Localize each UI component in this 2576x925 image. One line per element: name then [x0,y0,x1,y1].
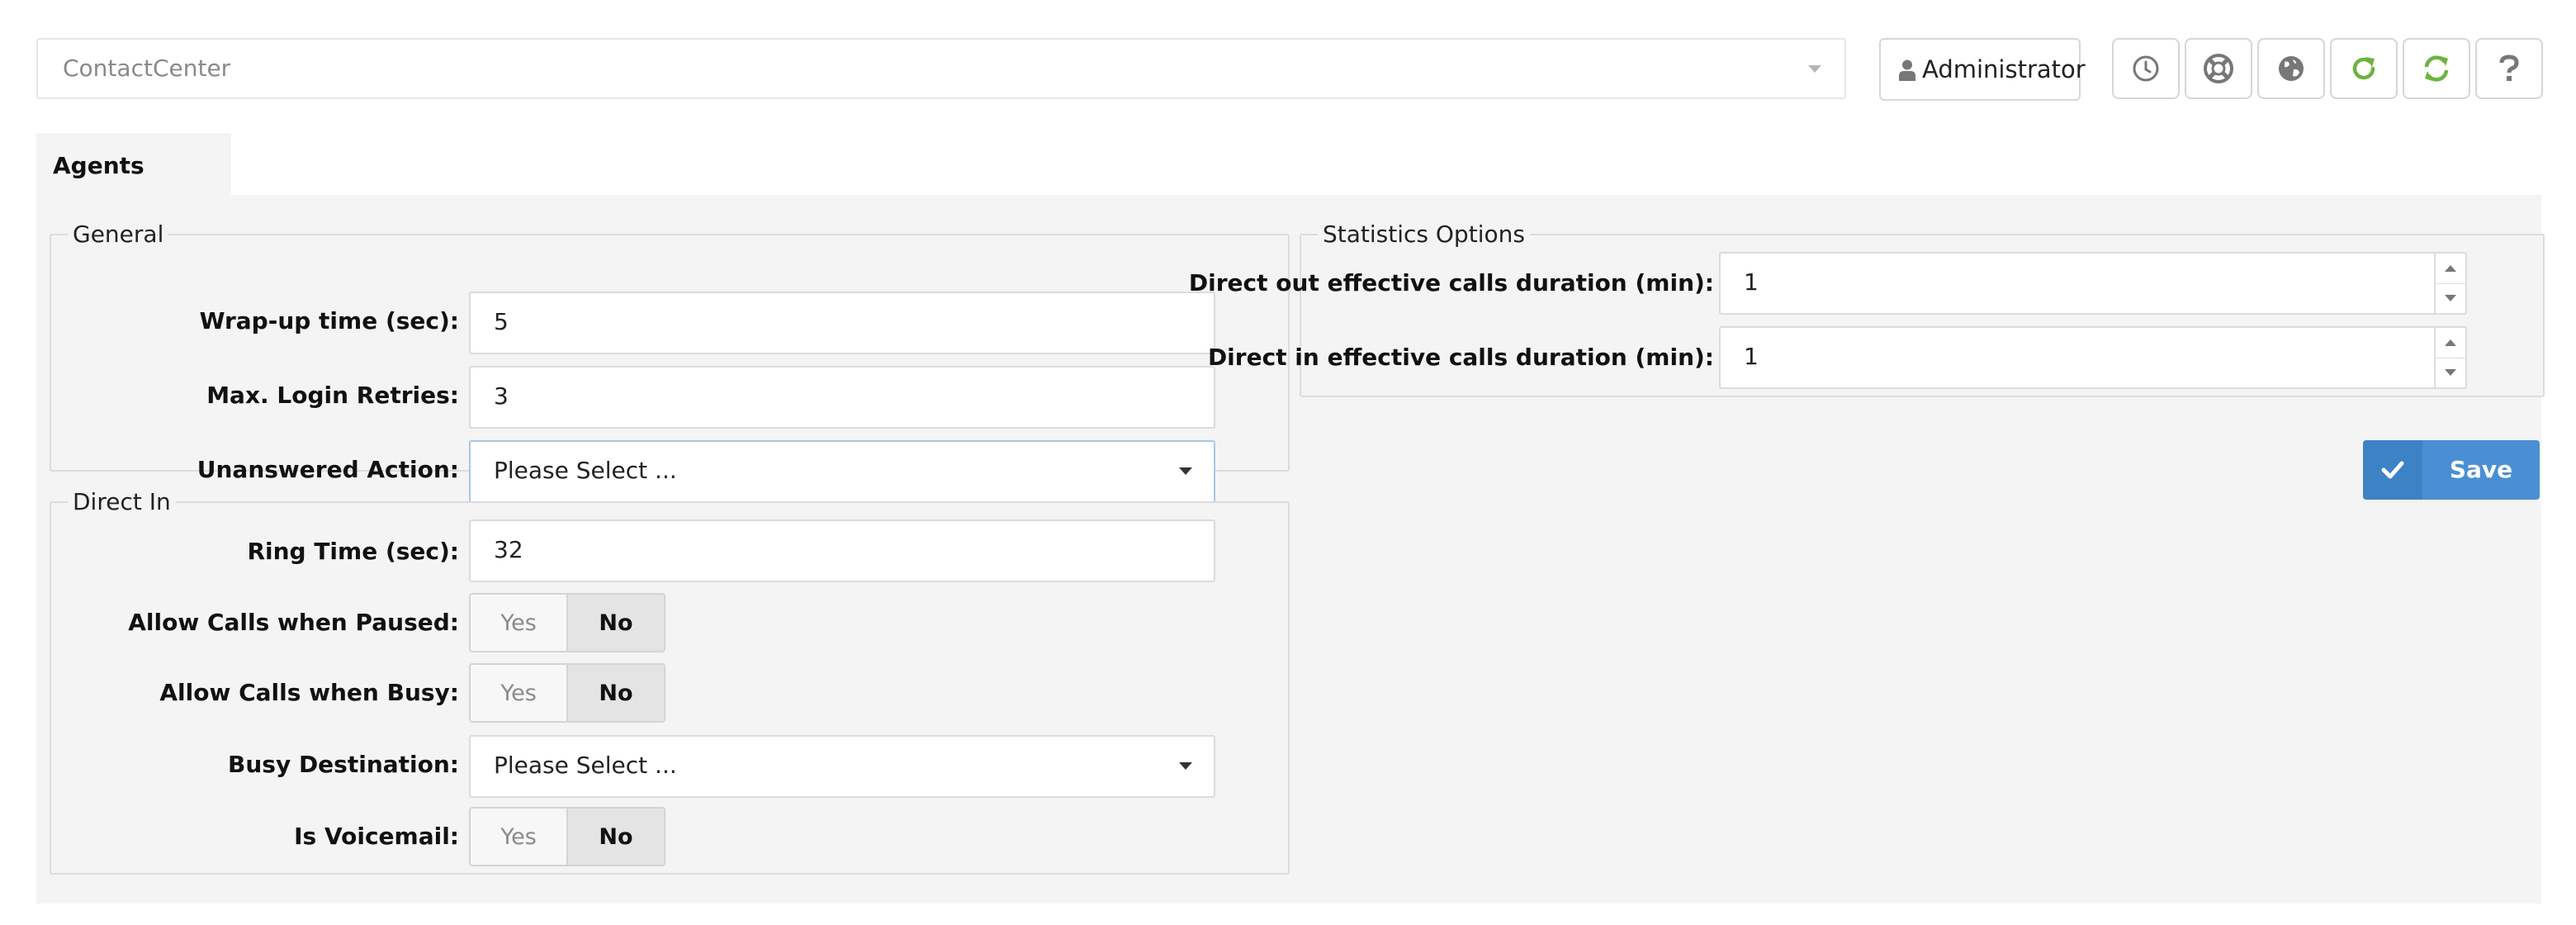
ring-time-value: 32 [494,536,523,563]
help-icon [2499,55,2519,81]
decrement-button[interactable] [2436,358,2465,387]
statistics-legend: Statistics Options [1318,221,1530,249]
wrapup-input[interactable]: 5 [469,292,1215,354]
help-button[interactable] [2475,38,2543,99]
tab-agents-settings[interactable]: Agents Settings [36,134,231,242]
general-group: General Wrap-up time (sec): 5 Max. Login… [50,221,1290,503]
direct-in-duration-label: Direct in effective calls duration (min)… [1207,344,1714,371]
language-button[interactable] [2257,38,2325,99]
paused-label: Allow Calls when Paused: [128,609,459,636]
increment-button[interactable] [2436,254,2465,284]
wrapup-value: 5 [494,308,509,335]
chevron-down-icon [1179,467,1192,475]
caret-down-icon [2445,369,2456,376]
user-menu-button[interactable]: Administrator [1879,38,2086,101]
direct-in-duration-value: 1 [1744,343,1759,370]
voicemail-toggle[interactable]: Yes No [469,807,665,866]
user-icon [1899,59,1915,81]
clock-icon [2133,55,2159,82]
paused-toggle[interactable]: Yes No [469,593,665,652]
statistics-group: Statistics Options Direct out effective … [1189,221,2545,397]
busy-toggle[interactable]: Yes No [469,663,665,723]
direct-out-duration-value: 1 [1744,268,1759,296]
voicemail-yes-option[interactable]: Yes [471,809,568,865]
reload-button[interactable] [2330,38,2398,99]
unanswered-value: Please Select ... [494,457,677,484]
busy-yes-option[interactable]: Yes [471,665,568,721]
reload-icon [2352,57,2375,80]
check-icon [2381,461,2404,479]
retries-value: 3 [494,382,509,410]
direct-in-legend: Direct In [68,488,176,516]
voicemail-label: Is Voicemail: [294,823,459,850]
busy-destination-select[interactable]: Please Select ... [469,735,1215,798]
busy-destination-value: Please Select ... [494,752,677,779]
tenant-select-value: ContactCenter [63,55,231,82]
chevron-down-icon [1808,65,1821,73]
direct-out-duration-input[interactable]: 1 [1719,252,2467,315]
sync-icon [2424,55,2449,82]
caret-up-icon [2445,265,2456,272]
chevron-down-icon [1179,762,1192,770]
wrapup-label: Wrap-up time (sec): [199,307,459,334]
busy-label: Allow Calls when Busy: [159,679,459,706]
save-button[interactable]: Save [2363,440,2540,500]
direct-in-spinner [2434,328,2465,387]
globe-icon [2279,56,2304,81]
settings-panel: General Wrap-up time (sec): 5 Max. Login… [36,195,2545,904]
direct-out-duration-label: Direct out effective calls duration (min… [1188,269,1714,296]
direct-in-duration-input[interactable]: 1 [1719,326,2467,389]
general-legend: General [68,221,169,249]
busy-no-option[interactable]: No [568,665,664,721]
sync-button[interactable] [2403,38,2470,99]
paused-yes-option[interactable]: Yes [471,595,568,651]
increment-button[interactable] [2436,328,2465,358]
support-icon [2204,54,2233,83]
direct-out-spinner [2434,254,2465,313]
unanswered-label: Unanswered Action: [197,456,459,483]
caret-up-icon [2445,339,2456,346]
save-label: Save [2449,456,2513,483]
unanswered-select[interactable]: Please Select ... [469,440,1215,503]
voicemail-no-option[interactable]: No [568,809,664,865]
busy-destination-label: Busy Destination: [228,751,459,778]
tenant-select[interactable]: ContactCenter [36,38,1846,99]
caret-down-icon [2445,295,2456,301]
paused-no-option[interactable]: No [568,595,664,651]
user-menu-label: Administrator [1922,55,2086,83]
ring-time-input[interactable]: 32 [469,519,1215,582]
retries-label: Max. Login Retries: [206,382,459,409]
history-button[interactable] [2112,38,2180,99]
ring-time-label: Ring Time (sec): [247,538,459,565]
support-button[interactable] [2185,38,2252,99]
retries-input[interactable]: 3 [469,366,1215,429]
decrement-button[interactable] [2436,283,2465,313]
direct-in-group: Direct In Ring Time (sec): 32 Allow Call… [50,488,1290,875]
save-icon-area [2363,440,2422,500]
